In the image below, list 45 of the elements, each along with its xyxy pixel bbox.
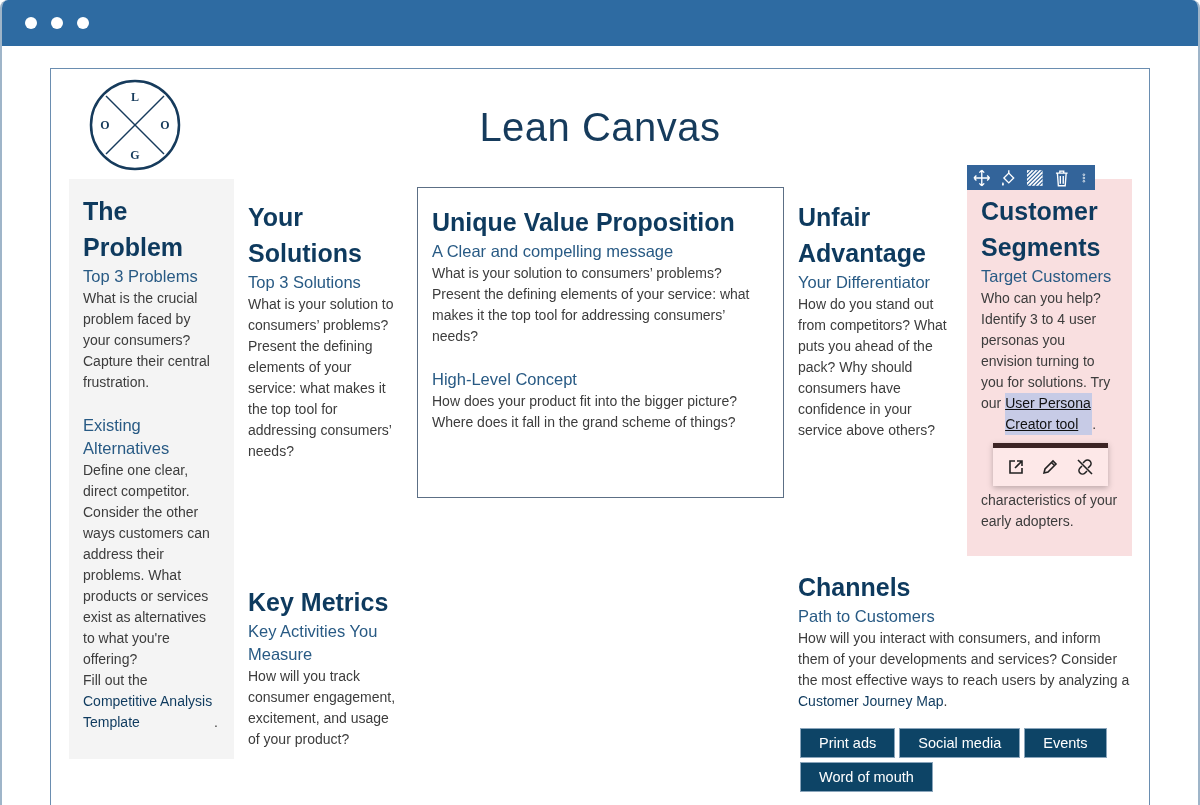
- section-subtitle: High-Level Concept: [432, 369, 578, 390]
- window-dots-icon: [24, 16, 90, 30]
- section-subtitle: Top 3 Problems: [83, 266, 199, 287]
- description-text: What is your solution to consumers’ problems? Present the defining elements of your service: what makes it the top tool for addressing consumers’ needs?: [432, 264, 751, 346]
- unlink-icon[interactable]: [1075, 458, 1094, 476]
- channel-tag[interactable]: Social media: [899, 728, 1021, 758]
- block-title: Unique Value Proposition: [432, 207, 736, 238]
- channel-tag[interactable]: Print ads: [800, 728, 896, 758]
- block-title: Your Solutions: [248, 202, 363, 269]
- section-subtitle: A Clear and compelling message: [432, 241, 675, 262]
- description-text: What is your solution to consumers’ problems? Present the defining elements of your service: what makes it the top tool for addressing consumers’ needs?: [248, 295, 395, 461]
- block-title: Unfair Advantage: [798, 202, 927, 269]
- description-text: characteristics of your early adopters.: [981, 491, 1118, 531]
- description-text: Fill out the Competitive Analysis Template .: [83, 670, 220, 733]
- section-subtitle: Top 3 Solutions: [248, 272, 362, 293]
- section-subtitle: Existing Alternatives: [83, 415, 171, 459]
- text-link[interactable]: Customer Journey Map: [798, 693, 944, 709]
- description-text: How do you stand out from competitors? What puts you ahead of the pack? Why should consumers have confidence in your service above others?: [798, 295, 948, 440]
- channel-tag[interactable]: Word of mouth: [800, 762, 933, 792]
- description-text: Define one clear, direct competitor. Consider the other ways customers can address their problems. What products or services exist as alternatives to what you're offering?: [83, 461, 211, 669]
- block-title: Channels: [798, 572, 912, 603]
- logo-letter: G: [130, 148, 140, 162]
- block-title: Customer Segments: [981, 196, 1102, 263]
- canvas-title: Lean Canvas: [479, 107, 721, 147]
- description-text: How does your product fit into the bigger picture? Where does it fall in the grand scheme of things?: [432, 392, 739, 432]
- section-subtitle: Target Customers: [981, 266, 1113, 287]
- external-link-icon[interactable]: [1007, 458, 1026, 476]
- logo-letter: O: [100, 118, 110, 132]
- logo-letter: O: [160, 118, 170, 132]
- description-text: How will you track consumer engagement, excitement, and usage of your product?: [248, 667, 397, 749]
- channel-tag[interactable]: Events: [1024, 728, 1107, 758]
- pattern-icon[interactable]: [1026, 168, 1044, 187]
- text-link[interactable]: User Persona Creator tool: [1005, 393, 1093, 435]
- move-icon[interactable]: [973, 168, 991, 187]
- block-title: Key Metrics: [248, 587, 390, 618]
- description-text: How will you interact with consumers, and inform them of your developments and services? Consider the most effective ways to reach users by analyzing a Customer Journey Map.: [798, 629, 1131, 711]
- description-text: What is the crucial problem faced by your consumers? Capture their central frustration.: [83, 289, 211, 392]
- edit-icon[interactable]: [1041, 458, 1060, 476]
- text-link[interactable]: Competitive Analysis Template: [83, 691, 214, 733]
- description-text: Who can you help? Identify 3 to 4 user personas you envision turning to you for solutions. Try our User Persona Creator tool .: [981, 288, 1118, 435]
- logo-letter: L: [131, 90, 139, 104]
- section-subtitle: Path to Customers: [798, 606, 936, 627]
- section-subtitle: Your Differentiator: [798, 272, 932, 293]
- block-title: The Problem: [83, 196, 185, 263]
- section-subtitle: Key Activities You Measure: [248, 621, 379, 665]
